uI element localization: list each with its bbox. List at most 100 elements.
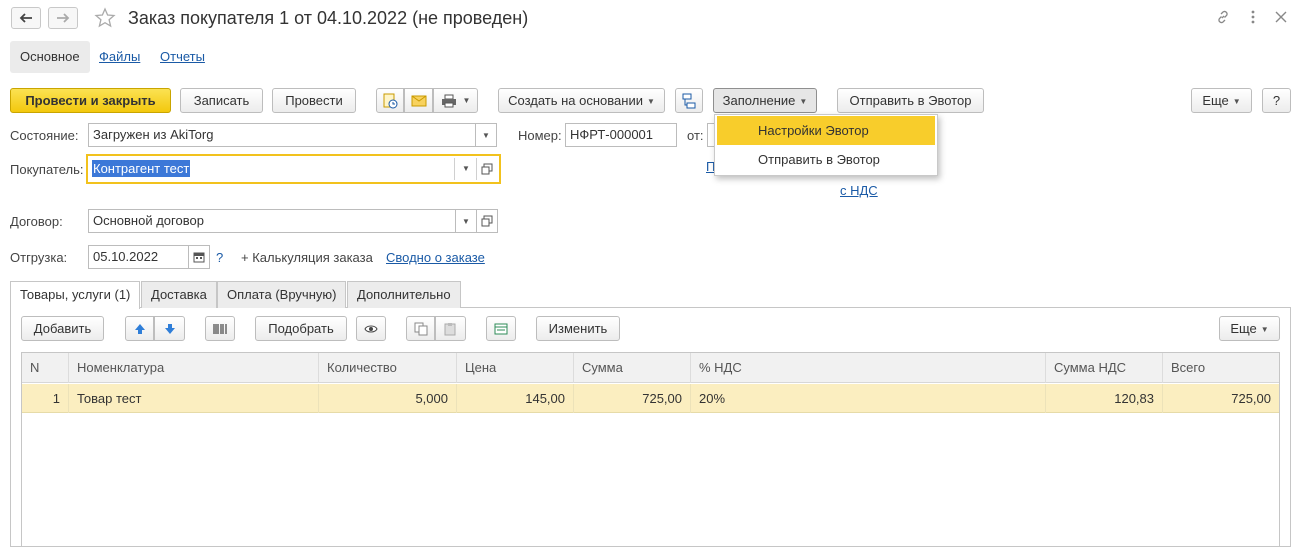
document-history-button[interactable] [376, 88, 404, 113]
cell-vat-rate[interactable]: 20% [691, 384, 1046, 413]
arrow-down-icon [164, 323, 175, 334]
buyer-label: Покупатель: [10, 162, 84, 177]
col-amount[interactable]: Сумма [574, 353, 691, 383]
table-more-label: Еще [1230, 321, 1257, 336]
state-field[interactable]: Загружен из AkiTorg [88, 123, 476, 147]
contract-open-button[interactable] [476, 209, 498, 233]
calculation-link[interactable]: + Калькуляция заказа [241, 250, 373, 265]
goods-table: N Номенклатура Количество Цена Сумма % Н… [21, 352, 1280, 547]
send-to-evotor-button[interactable]: Отправить в Эвотор [837, 88, 984, 113]
cell-amount[interactable]: 725,00 [574, 384, 691, 413]
chevron-down-icon: ▼ [1260, 325, 1269, 335]
eye-icon [364, 325, 378, 332]
buyer-dropdown-icon[interactable]: ▼ [462, 164, 470, 173]
create-based-on-button[interactable]: Создать на основании ▼ [498, 88, 665, 113]
fill-button[interactable]: Заполнение ▼ [713, 88, 817, 113]
link-icon[interactable] [1214, 8, 1232, 26]
col-quantity[interactable]: Количество [319, 353, 457, 383]
chevron-down-icon: ▼ [799, 97, 808, 107]
cell-price[interactable]: 145,00 [457, 384, 574, 413]
more-vert-icon[interactable] [1244, 8, 1262, 26]
table-more-button[interactable]: Еще ▼ [1219, 316, 1280, 341]
tab-payment[interactable]: Оплата (Вручную) [217, 281, 347, 308]
move-up-button[interactable] [125, 316, 154, 341]
barcode-button[interactable] [205, 316, 235, 341]
post-and-close-button[interactable]: Провести и закрыть [10, 88, 171, 113]
chevron-down-icon: ▼ [482, 130, 490, 140]
col-n[interactable]: N [22, 353, 69, 383]
fill-label: Заполнение [722, 93, 796, 108]
paste-icon [444, 322, 455, 335]
page-title: Заказ покупателя 1 от 04.10.2022 (не про… [128, 8, 529, 28]
shipment-date-field[interactable]: 05.10.2022 [88, 245, 189, 269]
help-question-link[interactable]: ? [216, 250, 223, 265]
col-price[interactable]: Цена [457, 353, 574, 383]
calendar-button[interactable] [188, 245, 210, 269]
buyer-value: Контрагент тест [92, 160, 191, 177]
table-header: N Номенклатура Количество Цена Сумма % Н… [22, 353, 1279, 383]
section-main[interactable]: Основное [10, 41, 90, 73]
section-files[interactable]: Файлы [89, 41, 150, 73]
state-dropdown-button[interactable]: ▼ [475, 123, 497, 147]
col-vat-amount[interactable]: Сумма НДС [1046, 353, 1163, 383]
cell-nomenclature[interactable]: Товар тест [69, 384, 319, 413]
tab-goods-services[interactable]: Товары, услуги (1) [10, 281, 141, 309]
cell-quantity[interactable]: 5,000 [319, 384, 457, 413]
section-reports[interactable]: Отчеты [150, 41, 215, 73]
table-row[interactable]: 1 Товар тест 5,000 145,00 725,00 20% 120… [22, 384, 1279, 413]
order-summary-link[interactable]: Сводно о заказе [386, 250, 485, 265]
date-from-label: от: [687, 128, 704, 143]
calendar-icon [193, 252, 205, 263]
email-button[interactable] [404, 88, 433, 113]
table-settings-button[interactable] [486, 316, 516, 341]
menu-item-evotor-settings[interactable]: Настройки Эвотор [717, 116, 935, 145]
create-based-on-label: Создать на основании [508, 93, 643, 108]
col-total[interactable]: Всего [1163, 353, 1279, 383]
change-button[interactable]: Изменить [536, 316, 620, 341]
col-nomenclature[interactable]: Номенклатура [69, 353, 319, 383]
table-edit-icon [494, 323, 508, 334]
printer-icon [441, 94, 456, 107]
copy-rows-button[interactable] [406, 316, 435, 341]
document-clock-icon [383, 93, 398, 108]
forward-button[interactable] [48, 7, 78, 29]
structure-button[interactable] [675, 88, 703, 113]
number-field[interactable]: НФРТ-000001 [565, 123, 677, 147]
col-vat-rate[interactable]: % НДС [691, 353, 1046, 383]
number-label: Номер: [518, 128, 562, 143]
add-row-button[interactable]: Добавить [21, 316, 104, 341]
buyer-open-icon[interactable] [481, 163, 493, 175]
contract-dropdown-button[interactable]: ▼ [455, 209, 477, 233]
envelope-icon [411, 95, 426, 106]
more-label: Еще [1202, 93, 1229, 108]
chevron-down-icon: ▼ [462, 216, 470, 226]
vat-link[interactable]: с НДС [840, 183, 878, 198]
paste-rows-button[interactable] [435, 316, 466, 341]
barcode-icon [213, 323, 227, 334]
move-down-button[interactable] [154, 316, 185, 341]
select-items-button[interactable]: Подобрать [255, 316, 347, 341]
chevron-down-icon: ▼ [462, 96, 471, 105]
save-button[interactable]: Записать [180, 88, 263, 113]
cell-n[interactable]: 1 [22, 384, 69, 413]
cell-vat-amount[interactable]: 120,83 [1046, 384, 1163, 413]
menu-item-send-to-evotor[interactable]: Отправить в Эвотор [715, 145, 937, 174]
print-button[interactable]: ▼ [433, 88, 478, 113]
cell-total[interactable]: 725,00 [1163, 384, 1279, 413]
close-icon[interactable] [1272, 8, 1290, 26]
back-button[interactable] [11, 7, 41, 29]
post-button[interactable]: Провести [272, 88, 356, 113]
fill-dropdown-menu: Настройки Эвотор Отправить в Эвотор [714, 114, 938, 176]
tab-delivery[interactable]: Доставка [141, 281, 217, 308]
open-icon [481, 215, 493, 227]
arrow-up-icon [134, 323, 145, 334]
favorite-star-icon[interactable] [94, 7, 116, 29]
view-button[interactable] [356, 316, 386, 341]
help-button[interactable]: ? [1262, 88, 1291, 113]
state-label: Состояние: [10, 128, 79, 143]
buyer-field[interactable]: Контрагент тест [86, 154, 501, 184]
contract-field[interactable]: Основной договор [88, 209, 476, 233]
tab-additional[interactable]: Дополнительно [347, 281, 461, 308]
copy-icon [414, 322, 427, 335]
more-button[interactable]: Еще ▼ [1191, 88, 1252, 113]
